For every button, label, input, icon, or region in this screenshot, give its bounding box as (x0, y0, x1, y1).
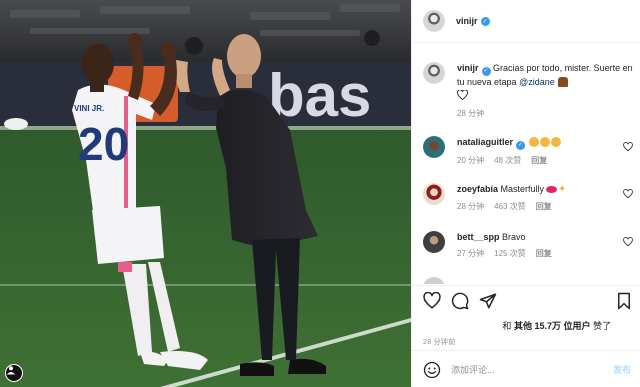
bookmark-icon[interactable] (615, 292, 633, 310)
comment-likes[interactable]: 48 次赞 (494, 155, 521, 167)
comment-text: Bravo (502, 232, 526, 242)
verified-icon: ✓ (516, 140, 526, 150)
comment-item: zoeyfabia Masterfully ✦ 28 分钟 463 次赞 回复 (423, 183, 633, 213)
comment-likes[interactable]: 125 次赞 (494, 248, 526, 260)
comment-likes[interactable]: 463 次赞 (494, 201, 526, 213)
user-tag-icon[interactable] (5, 364, 23, 382)
sparkles-emoji-icon: ✦ (558, 184, 567, 195)
comment-username[interactable]: nataliaguitler (457, 137, 513, 147)
clap-emoji-icon (528, 137, 561, 147)
reply-button[interactable]: 回复 (531, 155, 547, 167)
woman-emoji-icon (557, 76, 568, 87)
posted-time[interactable]: 28 分钟前 (423, 337, 456, 347)
jersey-number: 20 (78, 118, 129, 170)
post-header: vinijr ✓ (412, 0, 640, 43)
post-detail-panel: vinijr ✓ vinijr ✓ Gracias por todo, miste… (411, 0, 640, 387)
comment-text: Masterfully (500, 184, 545, 194)
likes-count[interactable]: 其他 15.7万 位用户 (514, 321, 591, 331)
comment-avatar[interactable] (423, 277, 445, 284)
comment-item: nataliaguitler ✓ 20 分钟 48 次赞 回复 (423, 136, 633, 167)
photo-illustration: bas 20 VINI JR. (0, 0, 411, 387)
jersey-name: VINI JR. (74, 104, 104, 113)
lips-emoji-icon (546, 186, 558, 193)
comment-like-icon[interactable] (623, 142, 633, 152)
post-comment-button[interactable]: 发布 (613, 363, 631, 376)
add-comment-bar: 发布 (412, 350, 640, 387)
caption: vinijr ✓ Gracias por todo, mister. Suerte… (423, 62, 633, 120)
comment-avatar[interactable] (423, 231, 445, 253)
heart-icon[interactable] (423, 292, 441, 310)
likes-summary[interactable]: 和 其他 15.7万 位用户 赞了 (502, 319, 611, 332)
comment-username[interactable]: bett__spp (457, 232, 500, 242)
comment-time: 27 分钟 (457, 249, 485, 258)
verified-icon: ✓ (481, 66, 491, 76)
comment-item-partial (423, 277, 633, 284)
comment-avatar[interactable] (423, 136, 445, 158)
caption-time: 28 分钟 (457, 108, 485, 118)
add-comment-input[interactable] (451, 364, 613, 375)
smiley-icon[interactable] (423, 361, 441, 379)
comment-like-icon[interactable] (623, 189, 633, 199)
likes-prefix: 和 (502, 321, 512, 331)
comment-icon[interactable] (451, 292, 469, 310)
verified-icon: ✓ (480, 16, 490, 26)
likes-suffix: 赞了 (592, 321, 611, 331)
post-photo[interactable]: bas 20 VINI JR. (0, 0, 411, 387)
comment-avatar[interactable] (423, 183, 445, 205)
reply-button[interactable]: 回复 (536, 201, 552, 213)
ad-board-text: bas (268, 62, 371, 129)
caption-mention[interactable]: @zidane (519, 77, 555, 87)
instagram-post-view: bas 20 VINI JR. vinijr ✓ vinijr ✓ Gracia… (0, 0, 640, 387)
share-icon[interactable] (479, 292, 497, 310)
comment-item: bett__spp Bravo 27 分钟 125 次赞 回复 (423, 231, 633, 260)
reply-button[interactable]: 回复 (536, 248, 552, 260)
comment-time: 28 分钟 (457, 202, 485, 211)
caption-avatar[interactable] (423, 62, 445, 84)
caption-username[interactable]: vinijr (457, 63, 479, 73)
comment-time: 20 分钟 (457, 155, 485, 165)
comments-list: vinijr ✓ Gracias por todo, mister. Suerte… (412, 52, 640, 284)
author-avatar[interactable] (423, 10, 445, 32)
comment-username[interactable]: zoeyfabia (457, 184, 498, 194)
post-actions: 和 其他 15.7万 位用户 赞了 28 分钟前 发布 (412, 285, 640, 387)
author-username[interactable]: vinijr (456, 16, 478, 26)
comment-like-icon[interactable] (623, 237, 633, 247)
caption-like-icon[interactable] (457, 88, 633, 103)
